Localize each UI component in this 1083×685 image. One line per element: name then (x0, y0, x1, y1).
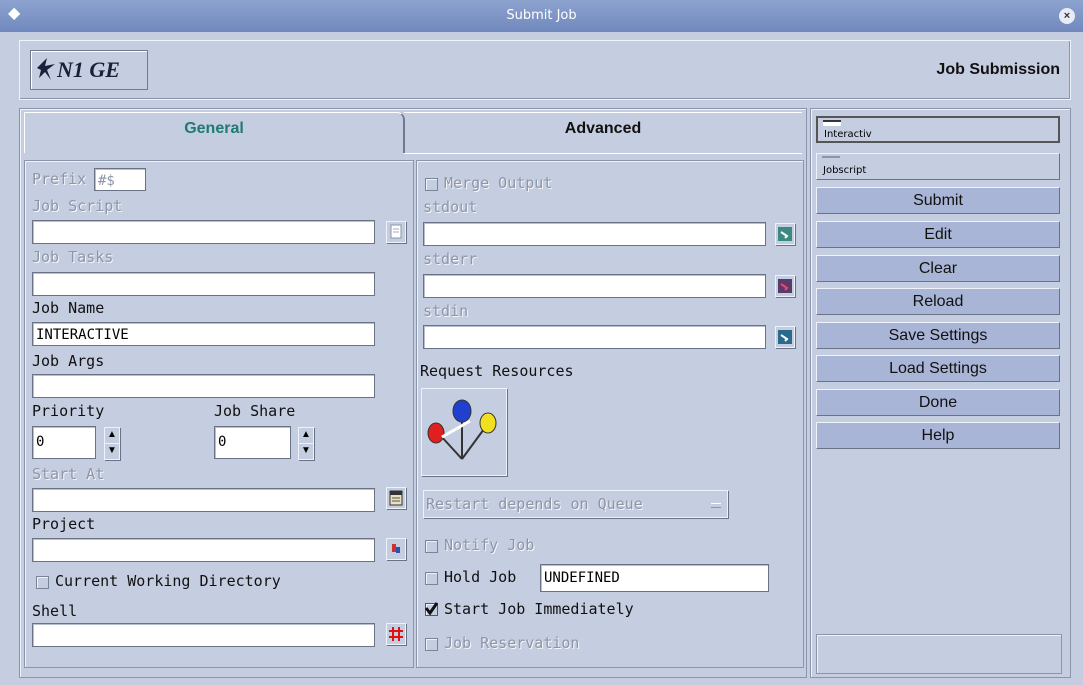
priority-label: Priority (32, 402, 105, 420)
restart-label: Restart depends on Queue (426, 495, 643, 513)
job-script-label: Job Script (32, 197, 123, 215)
stdin-field[interactable] (423, 325, 766, 349)
job-share-up-button[interactable]: ▲ (298, 427, 314, 444)
mode-jobscript-icon (822, 156, 840, 162)
done-button[interactable]: Done (816, 389, 1060, 416)
notify-job-label: Notify Job (444, 536, 535, 554)
checkmark-icon (425, 602, 438, 615)
cwd-label: Current Working Directory (55, 572, 281, 590)
request-resources-button[interactable] (421, 388, 507, 476)
clear-button[interactable]: Clear (816, 255, 1060, 282)
window-title: Submit Job (506, 8, 577, 23)
prefix-field[interactable]: #$ (94, 168, 146, 191)
logo-text: N1 GE (57, 57, 120, 82)
edit-button[interactable]: Edit (816, 221, 1060, 248)
page-heading: Job Submission (936, 61, 1060, 78)
browse-file-button[interactable] (386, 221, 406, 243)
calendar-button[interactable] (386, 487, 406, 509)
stdout-label: stdout (423, 198, 478, 216)
start-immediately-label: Start Job Immediately (444, 600, 634, 618)
stdout-icon (778, 227, 792, 241)
mode-jobscript[interactable]: Jobscript (816, 153, 1060, 180)
hold-job-checkbox[interactable] (425, 572, 438, 585)
submit-job-window: ◆ Submit Job × N1 GE Job Submission Gene… (0, 0, 1083, 685)
reload-button[interactable]: Reload (816, 288, 1060, 315)
reservation-checkbox[interactable] (425, 638, 438, 651)
priority-field[interactable]: 0 (32, 426, 96, 459)
resources-icon (427, 399, 497, 460)
n1ge-logo: N1 GE (30, 50, 148, 90)
job-share-field[interactable]: 0 (214, 426, 291, 459)
job-share-down-button[interactable]: ▼ (298, 443, 314, 460)
stderr-label: stderr (423, 250, 478, 268)
tab-general[interactable]: General (24, 112, 405, 153)
stderr-browse-button[interactable] (775, 275, 795, 297)
job-args-field[interactable] (32, 374, 375, 398)
calendar-icon (389, 490, 403, 506)
prefix-label: Prefix (32, 170, 87, 188)
load-settings-button[interactable]: Load Settings (816, 355, 1060, 382)
logo-bird-icon (37, 58, 55, 80)
priority-down-button[interactable]: ▼ (104, 443, 120, 460)
job-name-field[interactable]: INTERACTIVE (32, 322, 375, 346)
stdin-label: stdin (423, 302, 469, 320)
stdout-browse-button[interactable] (775, 223, 795, 245)
start-immediately-checkbox[interactable] (425, 602, 438, 616)
project-label: Project (32, 515, 96, 533)
notify-job-checkbox[interactable] (425, 540, 438, 553)
project-select-button[interactable] (386, 538, 406, 560)
job-share-label: Job Share (214, 402, 296, 420)
job-tasks-label: Job Tasks (32, 248, 114, 266)
merge-output-label: Merge Output (444, 174, 553, 192)
close-icon[interactable]: × (1059, 8, 1075, 24)
restart-select[interactable]: Restart depends on Queue (423, 490, 728, 518)
file-icon (390, 224, 402, 239)
job-args-label: Job Args (32, 352, 105, 370)
shell-select-button[interactable] (386, 623, 406, 645)
status-area (816, 634, 1062, 674)
hold-job-field[interactable]: UNDEFINED (540, 564, 769, 592)
project-icon (392, 544, 400, 553)
start-at-label: Start At (32, 465, 105, 483)
start-at-field[interactable] (32, 488, 375, 512)
submit-button[interactable]: Submit (816, 187, 1060, 214)
request-resources-label: Request Resources (420, 362, 574, 380)
mode-interactive-icon (823, 120, 841, 126)
priority-up-button[interactable]: ▲ (104, 427, 120, 444)
stdin-browse-button[interactable] (775, 326, 795, 348)
help-button[interactable]: Help (816, 422, 1060, 449)
merge-output-checkbox[interactable] (425, 178, 438, 191)
mode-interactive-label: Interactiv (824, 129, 872, 140)
job-tasks-field[interactable] (32, 272, 375, 296)
reservation-label: Job Reservation (444, 634, 580, 652)
header-bar: N1 GE Job Submission (19, 40, 1071, 100)
cwd-checkbox[interactable] (36, 576, 49, 589)
hold-job-label: Hold Job (444, 568, 517, 586)
shell-icon (389, 627, 403, 641)
stderr-icon (778, 279, 792, 293)
stdout-field[interactable] (423, 222, 766, 246)
stderr-field[interactable] (423, 274, 766, 298)
mode-jobscript-label: Jobscript (823, 165, 867, 176)
project-field[interactable] (32, 538, 375, 562)
shell-label: Shell (32, 602, 78, 620)
stdin-icon (778, 330, 792, 344)
option-menu-indicator (711, 503, 721, 508)
job-name-label: Job Name (32, 299, 105, 317)
shell-field[interactable] (32, 623, 375, 647)
mode-interactive[interactable]: Interactiv (816, 116, 1060, 143)
save-settings-button[interactable]: Save Settings (816, 322, 1060, 349)
job-script-field[interactable] (32, 220, 375, 244)
title-bar[interactable]: ◆ Submit Job × (0, 0, 1083, 32)
tab-advanced[interactable]: Advanced (404, 112, 802, 154)
